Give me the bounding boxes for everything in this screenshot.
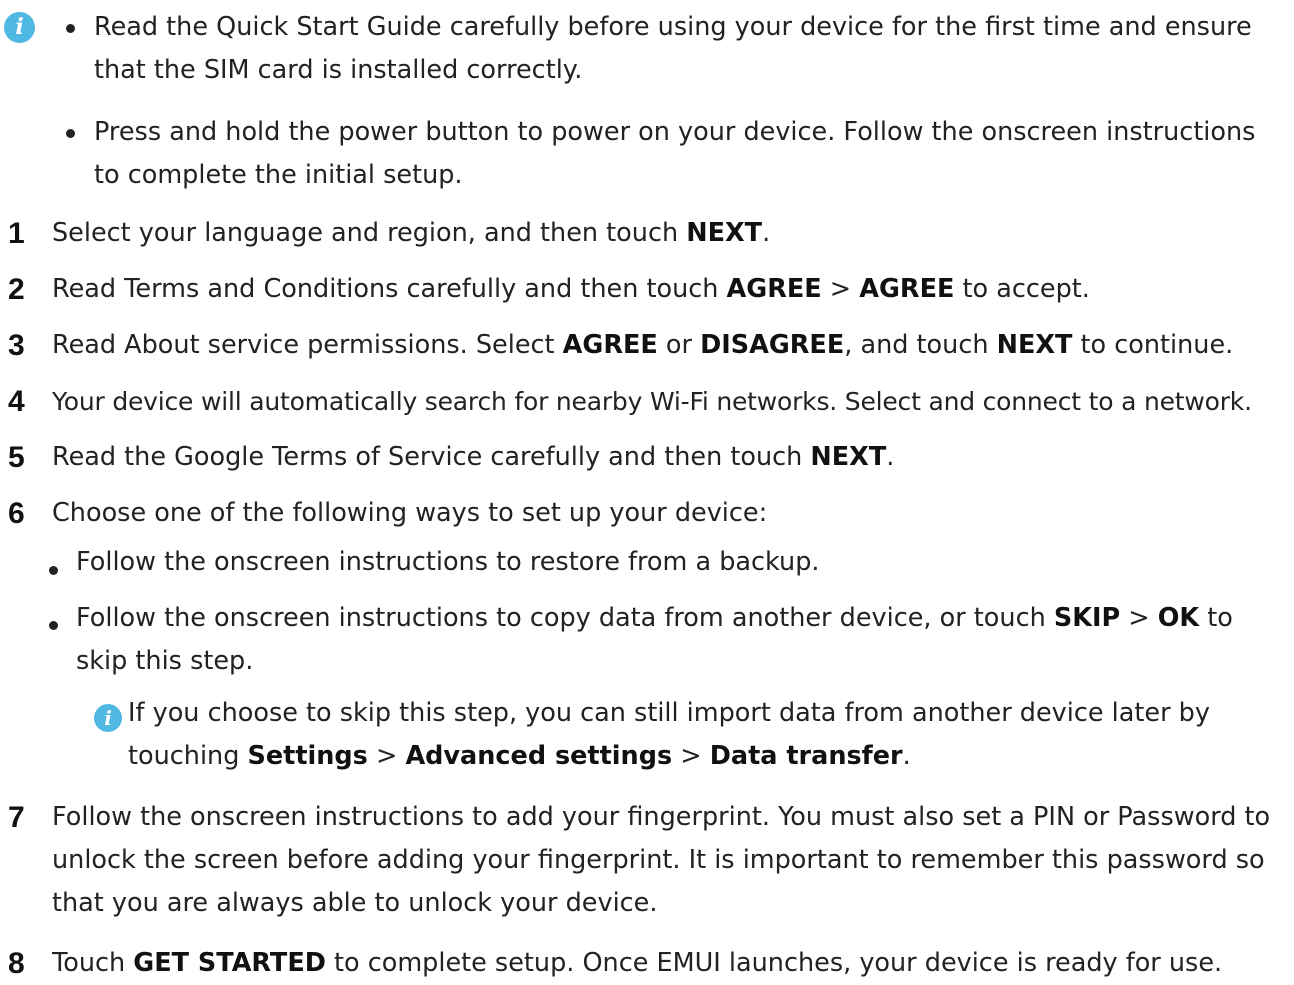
bullet-dot [66,24,75,33]
info-icon: i [4,12,35,43]
bullet-dot [49,566,58,575]
step-number: 5 [8,441,25,474]
step-6-option-2: Follow the onscreen instructions to copy… [76,603,1233,676]
step-number: 1 [8,217,25,250]
step-8-text: Touch GET STARTED to complete setup. Onc… [52,948,1223,978]
step-number: 2 [8,273,25,306]
step-7-text: Follow the onscreen instructions to add … [52,802,1271,918]
step-2-text: Read Terms and Conditions carefully and … [52,274,1090,304]
info-icon: i [94,704,122,732]
step-number: 7 [8,801,25,834]
step-6-option-1: Follow the onscreen instructions to rest… [76,547,820,577]
step-4-text: Your device will automatically search fo… [52,387,1252,416]
step-6-tip: If you choose to skip this step, you can… [128,698,1210,771]
step-number: 6 [8,497,25,530]
step-5-text: Read the Google Terms of Service careful… [52,442,895,472]
step-6-text: Choose one of the following ways to set … [52,498,768,528]
bullet-dot [49,621,58,630]
step-3-text: Read About service permissions. Select A… [52,330,1234,360]
document-page: i Read the Quick Start Guide carefully b… [0,0,1294,980]
step-1-text: Select your language and region, and the… [52,218,771,248]
note-bullet-2: Press and hold the power button to power… [94,117,1256,190]
note-bullet-1: Read the Quick Start Guide carefully bef… [94,12,1252,85]
bullet-dot [66,129,75,138]
step-number: 4 [8,385,25,418]
step-number: 3 [8,329,25,362]
